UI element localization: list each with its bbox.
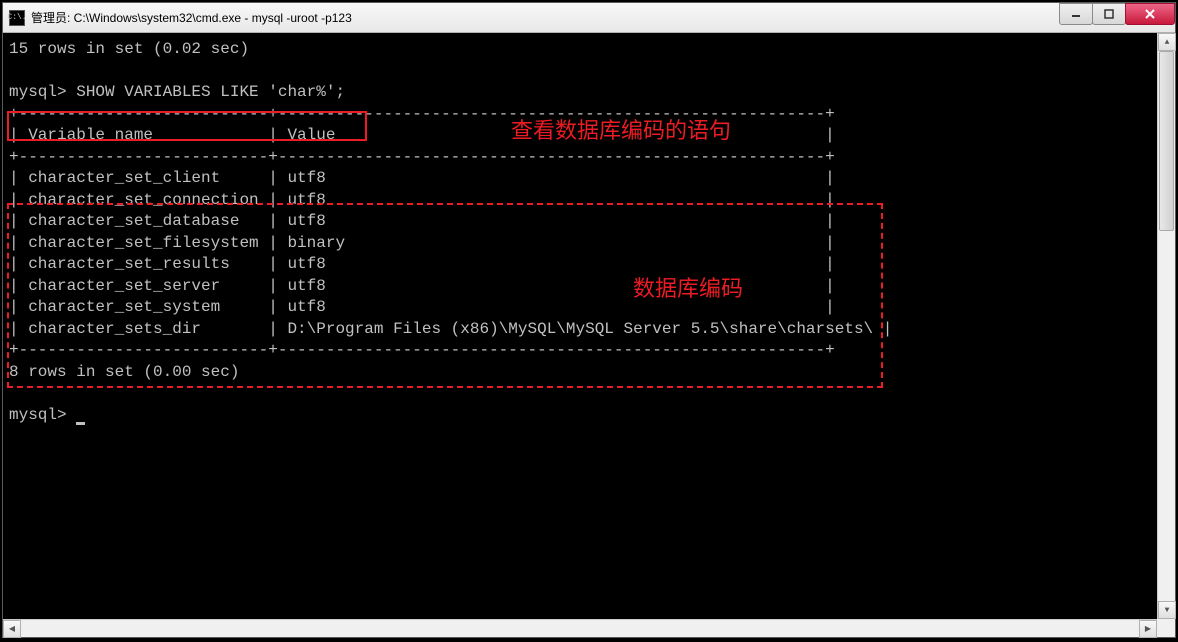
terminal-line: mysql> SHOW VARIABLES LIKE 'char%'; [9,82,1155,104]
terminal-area[interactable]: 15 rows in set (0.02 sec) mysql> SHOW VA… [3,33,1175,637]
terminal-line: | character_set_results | utf8 | [9,254,1155,276]
titlebar[interactable]: C:\. 管理员: C:\Windows\system32\cmd.exe - … [3,3,1175,33]
cmd-window: C:\. 管理员: C:\Windows\system32\cmd.exe - … [2,2,1176,638]
scrollbar-corner [1157,619,1175,637]
scroll-left-button[interactable]: ◀ [3,620,21,638]
terminal-line: | character_set_filesystem | binary | [9,233,1155,255]
vertical-scrollbar[interactable]: ▲ ▼ [1157,33,1175,619]
terminal-line [9,383,1155,405]
terminal-line: | character_sets_dir | D:\Program Files … [9,319,1155,341]
terminal-line: 15 rows in set (0.02 sec) [9,39,1155,61]
terminal-line: | character_set_client | utf8 | [9,168,1155,190]
minimize-button[interactable] [1059,3,1093,25]
terminal-line: | character_set_database | utf8 | [9,211,1155,233]
window-controls [1060,3,1175,25]
scroll-right-button[interactable]: ▶ [1139,620,1157,638]
annotation-table-label: 数据库编码 [633,271,743,303]
window-title: 管理员: C:\Windows\system32\cmd.exe - mysql… [31,9,352,26]
annotation-query-label: 查看数据库编码的语句 [511,113,731,145]
terminal-line: | character_set_connection | utf8 | [9,190,1155,212]
terminal-line: | character_set_server | utf8 | [9,276,1155,298]
cursor [76,422,85,425]
terminal-line: +--------------------------+------------… [9,340,1155,362]
terminal-line: +--------------------------+------------… [9,147,1155,169]
scroll-down-button[interactable]: ▼ [1158,601,1176,619]
terminal-line: | character_set_system | utf8 | [9,297,1155,319]
terminal-prompt-line: mysql> [9,405,1155,427]
scroll-up-button[interactable]: ▲ [1158,33,1176,51]
maximize-button[interactable] [1092,3,1126,25]
terminal-line: 8 rows in set (0.00 sec) [9,362,1155,384]
scroll-thumb[interactable] [1159,51,1174,231]
terminal-line [9,61,1155,83]
close-button[interactable] [1125,3,1175,25]
cmd-icon: C:\. [9,10,25,26]
horizontal-scrollbar[interactable]: ◀ ▶ [3,619,1157,637]
